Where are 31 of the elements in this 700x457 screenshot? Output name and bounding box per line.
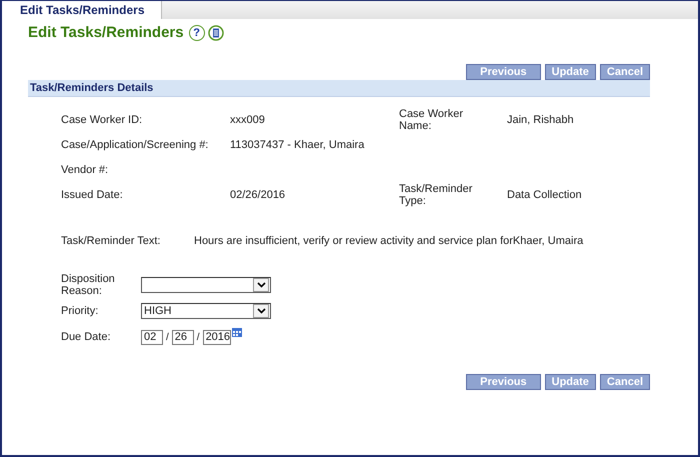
field-label: Issued Date: [61, 188, 124, 200]
field-label: Case Worker ID: [61, 114, 144, 126]
field-label: Case Worker Name: [399, 108, 464, 132]
document-icon[interactable] [208, 24, 224, 40]
field-value: Hours are insufficient, verify or review activity and service plan forKhaer, Umaira [194, 234, 584, 246]
field-label: Task/Reminder Type: [399, 182, 474, 206]
calendar-icon[interactable] [232, 328, 242, 337]
month-field[interactable]: 02 [141, 330, 163, 344]
field-label: Vendor #: [61, 164, 110, 176]
priority-dropdown[interactable]: HIGH [141, 303, 271, 319]
field-value: 113037437 - Khaer, Umaira [230, 138, 364, 150]
help-icon[interactable]: ? [188, 24, 205, 40]
field-label: Due Date: [61, 331, 112, 343]
field-value: Data Collection [507, 188, 582, 200]
tab[interactable]: Edit Tasks/Reminders [2, 1, 162, 19]
field-label: Task/Reminder Text: [61, 234, 162, 246]
date-separator: / [196, 332, 200, 342]
caret-icon [256, 308, 266, 314]
field-value: 02/26/2016 [230, 188, 286, 200]
date-separator: / [166, 332, 169, 342]
disposition-dropdown[interactable] [141, 277, 271, 293]
page-title: Edit Tasks/Reminders [28, 24, 184, 41]
year-field[interactable]: 2016 [202, 330, 231, 344]
caret-icon [256, 282, 266, 288]
day-field[interactable]: 26 [172, 330, 194, 344]
section-header: Task/Reminders Details [28, 80, 650, 97]
field-label: Disposition Reason: [61, 273, 116, 297]
field-label: Case/Application/Screening #: [61, 138, 210, 150]
field-value: Jain, Rishabh [507, 114, 574, 126]
field-label: Priority: [61, 305, 100, 317]
field-value: xxx009 [230, 114, 265, 126]
